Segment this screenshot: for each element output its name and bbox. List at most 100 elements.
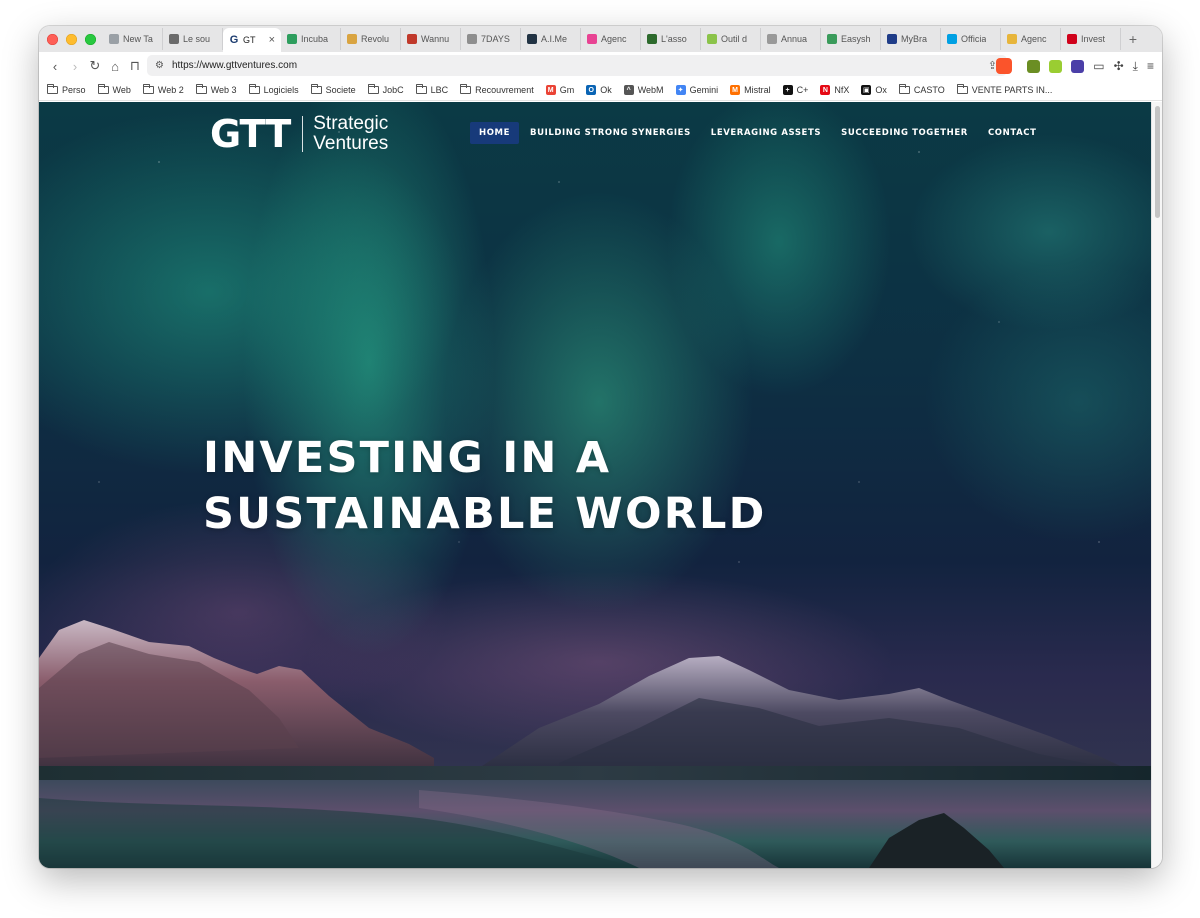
- tab-favicon-icon: G: [229, 34, 239, 46]
- bookmark-item[interactable]: ✦ Gemini: [675, 85, 719, 95]
- bookmark-item[interactable]: Perso: [47, 84, 86, 95]
- bookmark-item[interactable]: LBC: [415, 84, 448, 95]
- browser-tab[interactable]: G GT ×: [223, 28, 281, 52]
- folder-icon: [460, 84, 472, 94]
- reload-icon[interactable]: ↻: [85, 58, 105, 74]
- nav-item-leveraging-assets[interactable]: LEVERAGING ASSETS: [702, 122, 830, 144]
- browser-tab[interactable]: A.I.Me: [521, 28, 581, 50]
- bookmark-item[interactable]: CASTO: [898, 84, 945, 95]
- hero-title: INVESTING IN A SUSTAINABLE WORLD: [203, 430, 767, 542]
- bookmark-item[interactable]: Logiciels: [248, 84, 299, 95]
- logo-line-1: Strategic: [313, 113, 389, 134]
- tab-label: Le sou: [183, 34, 211, 44]
- tab-label: Wannu: [421, 34, 450, 44]
- minimize-window-button[interactable]: [66, 33, 77, 45]
- bookmark-label: Ok: [600, 85, 612, 95]
- extension-icon[interactable]: [1049, 59, 1063, 73]
- hero-line-1: INVESTING IN A: [203, 433, 612, 483]
- maximize-window-button[interactable]: [85, 33, 96, 45]
- bookmark-item[interactable]: JobC: [367, 84, 404, 95]
- tab-favicon-icon: [347, 34, 357, 44]
- browser-tab[interactable]: Le sou: [163, 28, 223, 50]
- bookmark-item[interactable]: N NfX: [820, 85, 849, 95]
- scrollbar-thumb[interactable]: [1155, 106, 1160, 218]
- download-icon[interactable]: ⤓: [1133, 59, 1138, 74]
- bookmark-label: JobC: [382, 85, 404, 95]
- url-text: https://www.gttventures.com: [171, 60, 298, 71]
- bookmark-label: Logiciels: [263, 85, 299, 95]
- bookmark-item[interactable]: M Gm: [545, 85, 575, 95]
- bookmark-item[interactable]: O Ok: [586, 85, 612, 95]
- bookmark-label: Societe: [325, 85, 356, 95]
- bookmark-item[interactable]: ▣ Ox: [861, 85, 887, 95]
- bookmark-label: VENTE PARTS IN...: [971, 85, 1053, 95]
- extension-icon[interactable]: [1071, 59, 1085, 73]
- extensions-puzzle-icon[interactable]: ✣: [1114, 59, 1124, 73]
- bookmark-item[interactable]: Web 2: [142, 84, 184, 95]
- nav-item-contact[interactable]: CONTACT: [979, 122, 1046, 144]
- browser-tab[interactable]: L'asso: [641, 28, 701, 50]
- tab-favicon-icon: [109, 34, 119, 44]
- bookmark-icon[interactable]: ⊓: [125, 58, 145, 74]
- browser-tab[interactable]: New Ta: [103, 28, 163, 50]
- site-settings-icon[interactable]: ⚙: [155, 60, 164, 71]
- web-page: GTT Strategic Ventures HOME BUILDING STRO…: [39, 102, 1151, 868]
- sidebar-icon[interactable]: ▭: [1093, 59, 1104, 73]
- bookmark-item[interactable]: + C+: [782, 85, 809, 95]
- bookmark-item[interactable]: Web 3: [195, 84, 237, 95]
- page-scrollbar[interactable]: [1151, 102, 1162, 868]
- close-window-button[interactable]: [47, 33, 58, 45]
- bookmark-label: NfX: [834, 85, 850, 95]
- home-icon[interactable]: ⌂: [105, 59, 125, 74]
- bookmark-item[interactable]: M Mistral: [730, 85, 771, 95]
- browser-tab[interactable]: Invest: [1061, 28, 1121, 50]
- browser-tab[interactable]: 7DAYS: [461, 28, 521, 50]
- bookmark-label: WebM: [637, 85, 664, 95]
- nav-item-succeeding-together[interactable]: SUCCEEDING TOGETHER: [832, 122, 977, 144]
- new-tab-button[interactable]: +: [1121, 31, 1145, 47]
- bookmark-item[interactable]: Recouvrement: [460, 84, 534, 95]
- browser-tab[interactable]: Incuba: [281, 28, 341, 50]
- folder-icon: [142, 84, 154, 94]
- browser-tab[interactable]: MyBra: [881, 28, 941, 50]
- logo-line-2: Ventures: [313, 133, 389, 154]
- brave-shields-icon[interactable]: [996, 58, 1013, 74]
- browser-tab[interactable]: Officia: [941, 28, 1001, 50]
- browser-tab[interactable]: Revolu: [341, 28, 401, 50]
- tab-label: Incuba: [301, 34, 329, 44]
- bookmark-item[interactable]: VENTE PARTS IN...: [956, 84, 1053, 95]
- folder-icon: [97, 84, 109, 94]
- bookmark-favicon-icon: M: [545, 85, 556, 95]
- tab-favicon-icon: [587, 34, 597, 44]
- browser-tab[interactable]: Agenc: [581, 28, 641, 50]
- tab-strip: New Ta Le sou G GT × Incuba Revolu Wannu 7DAYS A.…: [39, 26, 1162, 52]
- tab-label: Agenc: [1021, 34, 1047, 44]
- bookmark-label: C+: [796, 85, 809, 95]
- tab-favicon-icon: [467, 34, 477, 44]
- window-controls: [39, 33, 103, 45]
- bookmark-label: Gm: [559, 85, 575, 95]
- folder-icon: [956, 84, 968, 94]
- browser-tab[interactable]: Easysh: [821, 28, 881, 50]
- browser-tab[interactable]: Agenc: [1001, 28, 1061, 50]
- gtt-logo[interactable]: GTT Strategic Ventures: [210, 113, 389, 155]
- tab-favicon-icon: [647, 34, 657, 44]
- browser-tab[interactable]: Wannu: [401, 28, 461, 50]
- bookmarks-bar: Perso Web Web 2 Web 3 Logiciels Societe JobC LB…: [39, 80, 1162, 101]
- back-icon[interactable]: ‹: [45, 59, 65, 74]
- bookmark-label: Web 3: [210, 85, 237, 95]
- nav-item-home[interactable]: HOME: [470, 122, 520, 144]
- bookmark-item[interactable]: ^ WebM: [623, 85, 664, 95]
- bookmark-item[interactable]: Web: [97, 84, 131, 95]
- bookmark-label: CASTO: [913, 85, 945, 95]
- close-tab-icon[interactable]: ×: [269, 34, 275, 46]
- bookmark-label: Gemini: [689, 85, 719, 95]
- bookmark-item[interactable]: Societe: [310, 84, 356, 95]
- forward-icon[interactable]: ›: [65, 59, 85, 74]
- browser-tab[interactable]: Annua: [761, 28, 821, 50]
- nav-item-building-strong-synergies[interactable]: BUILDING STRONG SYNERGIES: [521, 122, 700, 144]
- browser-tab[interactable]: Outil d: [701, 28, 761, 50]
- address-bar[interactable]: ⚙ https://www.gttventures.com ⇪: [147, 55, 1007, 76]
- extension-icon[interactable]: [1027, 59, 1041, 73]
- menu-icon[interactable]: ≡: [1147, 59, 1154, 73]
